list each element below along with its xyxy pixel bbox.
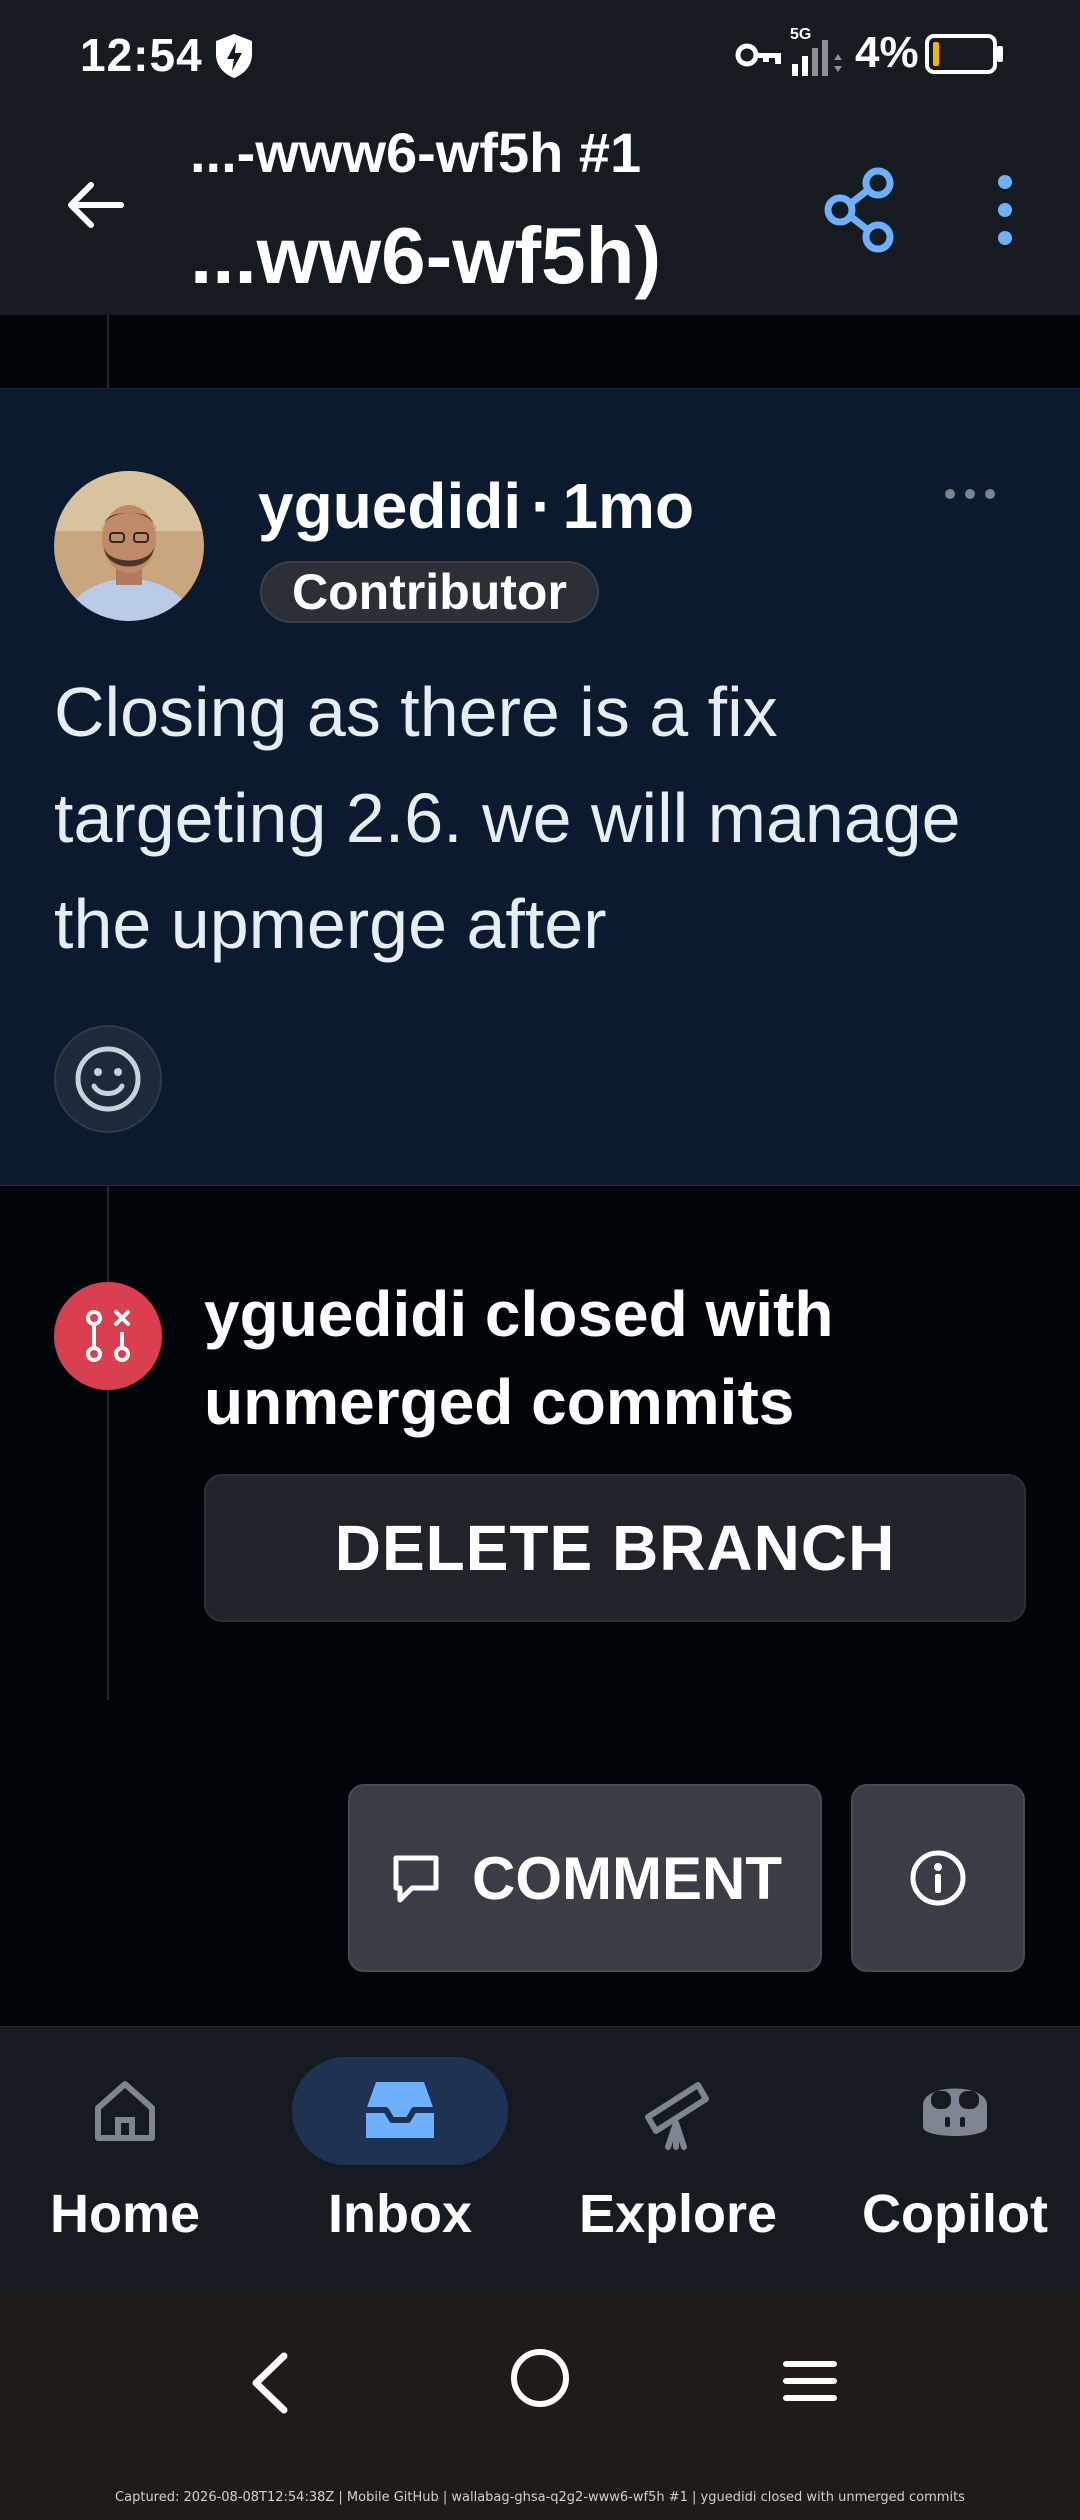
nav-item-explore[interactable]: Explore [543, 2057, 813, 2277]
comment-header: yguedidi · 1mo [258, 469, 694, 543]
comment-icon [393, 1855, 439, 1903]
event-icon [54, 1282, 162, 1390]
signal-icon: 5G [790, 26, 850, 78]
battery-percent: 4% [855, 28, 919, 77]
role-badge: Contributor [260, 561, 599, 623]
comment-button-label: COMMENT [472, 1844, 782, 1912]
system-back-icon[interactable] [240, 2348, 300, 2418]
bottom-nav: Home Inbox Explore Copilot [0, 2026, 1080, 2296]
more-vertical-icon[interactable] [975, 170, 1035, 250]
nav-item-home[interactable]: Home [0, 2057, 260, 2277]
app-bar: ...-www6-wf5h #1 ...ww6-wf5h) [0, 110, 1080, 315]
nav-label-explore: Explore [578, 2184, 778, 2244]
system-recents-icon[interactable] [780, 2356, 840, 2406]
arrow-left-icon [68, 182, 124, 228]
more-horizontal-icon[interactable] [940, 479, 1000, 509]
separator: · [531, 470, 553, 542]
nav-label-copilot: Copilot [862, 2184, 1048, 2244]
comment-body: Closing as there is a fix targeting 2.6.… [54, 673, 961, 963]
git-pull-request-closed-icon [86, 1310, 130, 1362]
comment-age: 1mo [562, 470, 695, 542]
vpn-key-icon [735, 43, 781, 67]
timeline-line [107, 1186, 109, 1700]
page-title-line2: ...ww6-wf5h) [190, 211, 662, 300]
page-title-line1: ...-www6-wf5h #1 [190, 121, 642, 184]
share-icon[interactable] [820, 165, 900, 255]
smiley-icon [75, 1046, 141, 1112]
shield-icon [216, 34, 252, 78]
telescope-icon [645, 2082, 709, 2150]
nav-label-home: Home [49, 2184, 201, 2244]
back-button[interactable] [60, 170, 130, 240]
add-reaction-button[interactable] [54, 1025, 162, 1133]
event-text: yguedidi closed with unmerged commits [204, 1278, 834, 1438]
info-button[interactable] [851, 1784, 1025, 1972]
avatar[interactable] [54, 471, 204, 621]
system-nav-bar: Captured: 2026-08-08T12:54:38Z | Mobile … [0, 2296, 1080, 2520]
delete-branch-button[interactable]: DELETE BRANCH [204, 1474, 1026, 1622]
comment-button[interactable]: COMMENT [348, 1784, 822, 1972]
nav-item-copilot[interactable]: Copilot [820, 2057, 1080, 2277]
comment-author[interactable]: yguedidi [258, 470, 521, 542]
status-bar: 12:54 5G 4% [0, 0, 1080, 110]
battery-icon [925, 34, 1003, 74]
info-icon [910, 1850, 966, 1906]
nav-label-inbox: Inbox [328, 2184, 472, 2244]
copilot-icon [923, 2088, 987, 2136]
system-home-icon[interactable] [508, 2346, 572, 2410]
capture-caption: Captured: 2026-08-08T12:54:38Z | Mobile … [115, 2490, 965, 2505]
inbox-icon [366, 2082, 434, 2138]
nav-item-inbox[interactable]: Inbox [265, 2057, 535, 2277]
comment-card: yguedidi · 1mo Contributor Closing as ther… [0, 388, 1080, 1186]
status-time: 12:54 [80, 29, 203, 81]
home-icon [95, 2081, 155, 2141]
timeline-line [107, 315, 109, 388]
